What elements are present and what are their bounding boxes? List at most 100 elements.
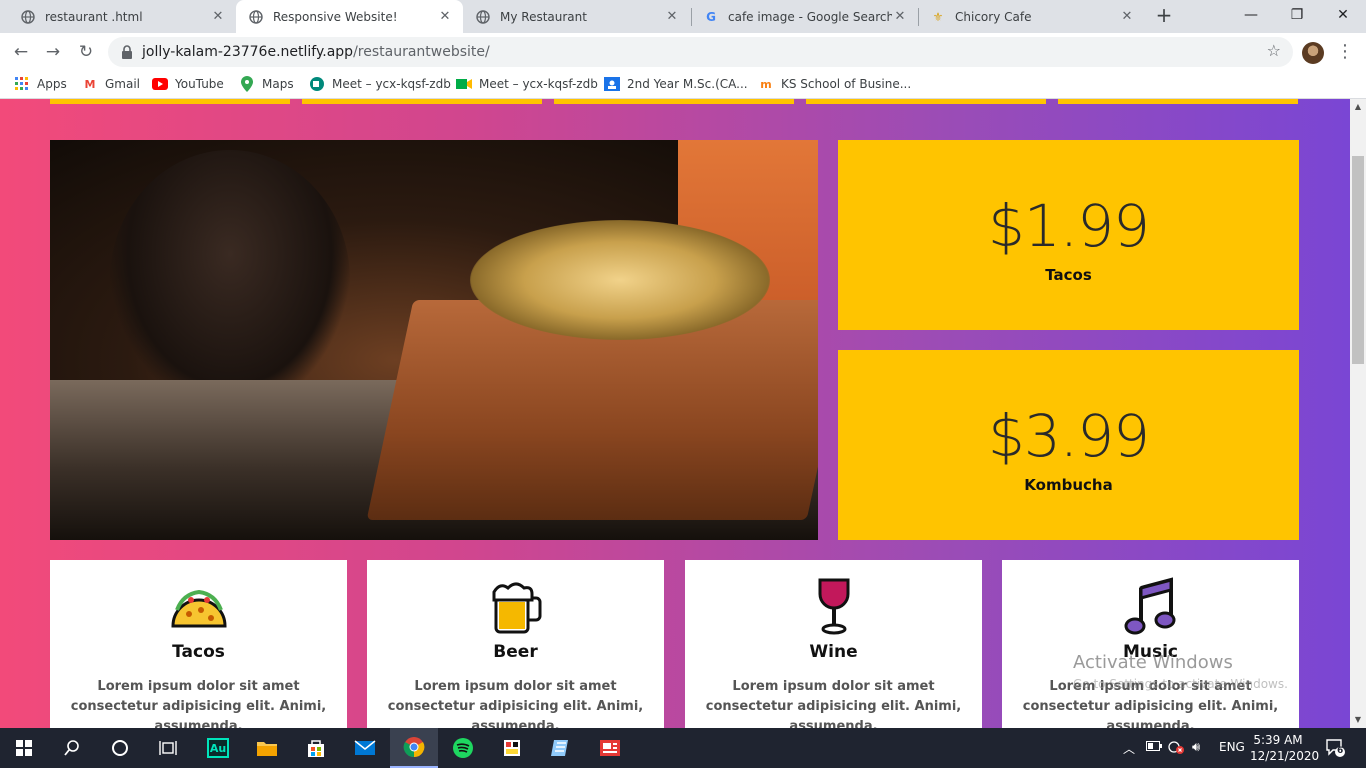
news-app-icon (600, 740, 620, 756)
bookmark-youtube[interactable]: YouTube (152, 70, 224, 98)
bookmark-maps[interactable]: Maps (239, 70, 294, 98)
close-window-button[interactable]: ✕ (1320, 0, 1366, 30)
menu-kebab-icon[interactable]: ⋮ (1336, 40, 1354, 64)
tab-title: Chicory Cafe (955, 9, 1032, 24)
tab-title: My Restaurant (500, 9, 587, 24)
notification-center-icon[interactable]: 6 (1325, 737, 1345, 760)
card-title: Wine (809, 642, 858, 662)
close-tab-icon[interactable]: ✕ (1119, 9, 1135, 24)
back-button[interactable]: ← (8, 39, 34, 65)
windows-taskbar: Au ︿ 🔊︎ ENG 5:39 AM 12/21/2020 6 (0, 728, 1366, 768)
forward-button[interactable]: → (40, 39, 66, 65)
activate-windows-watermark: Activate Windows (1073, 652, 1233, 673)
tab-chicory-cafe[interactable]: ⚜ Chicory Cafe ✕ (918, 0, 1145, 33)
tab-responsive-website[interactable]: Responsive Website! ✕ (236, 0, 463, 33)
meet-icon (309, 76, 325, 92)
scroll-up-arrow-icon[interactable]: ▲ (1350, 99, 1366, 115)
nav-item-bar[interactable] (554, 99, 794, 104)
tab-title: restaurant .html (45, 9, 143, 24)
taskbar-media-app[interactable] (488, 728, 536, 768)
page-scrollbar[interactable]: ▲ ▼ (1350, 99, 1366, 728)
taskbar-audition-app[interactable]: Au (194, 728, 242, 768)
volume-icon[interactable]: 🔊︎ (1192, 740, 1200, 755)
bookmark-apps[interactable]: Apps (14, 70, 67, 98)
reload-button[interactable]: ↻ (73, 39, 99, 65)
taskbar-spotify[interactable] (439, 728, 487, 768)
address-bar[interactable]: jolly-kalam-23776e.netlify.app/restauran… (108, 37, 1293, 67)
moodle-icon: m (760, 77, 772, 91)
price-label: Kombucha (1024, 476, 1113, 494)
cortana-circle-icon (112, 740, 128, 756)
close-tab-icon[interactable]: ✕ (437, 9, 453, 24)
taskbar-mail[interactable] (341, 728, 389, 768)
close-tab-icon[interactable]: ✕ (210, 9, 226, 24)
tab-restaurant-html[interactable]: restaurant .html ✕ (8, 0, 236, 33)
tab-cafe-image-search[interactable]: G cafe image - Google Search ✕ (691, 0, 918, 33)
maximize-button[interactable]: ❐ (1274, 0, 1320, 30)
task-view-icon (159, 741, 177, 755)
scrollbar-thumb[interactable] (1352, 156, 1364, 364)
nav-item-bar[interactable] (50, 99, 290, 104)
maps-pin-icon (239, 76, 255, 92)
system-clock[interactable]: 5:39 AM 12/21/2020 (1250, 732, 1320, 764)
store-bag-icon (308, 740, 324, 757)
nav-item-bar[interactable] (806, 99, 1046, 104)
price-card-tacos: $1.99 Tacos (838, 140, 1299, 330)
gmail-icon: M (84, 77, 96, 91)
notes-app-icon (551, 740, 568, 756)
tray-overflow-chevron-icon[interactable]: ︿ (1123, 740, 1135, 757)
url-path: /restaurantwebsite/ (353, 44, 490, 60)
taskbar-chrome[interactable] (390, 728, 438, 768)
profile-avatar[interactable] (1302, 42, 1324, 64)
tab-my-restaurant[interactable]: My Restaurant ✕ (463, 0, 690, 33)
language-indicator[interactable]: ENG (1219, 740, 1245, 754)
new-tab-button[interactable]: + (1152, 4, 1176, 28)
taskbar-file-explorer[interactable] (243, 728, 291, 768)
bookmarks-bar: Apps M Gmail YouTube Maps Meet – ycx-kqs… (0, 70, 1366, 99)
bookmark-ks-school[interactable]: m KS School of Busine... (758, 70, 911, 98)
taskbar-store[interactable] (292, 728, 340, 768)
wine-glass-icon (804, 576, 864, 636)
bookmark-gmail[interactable]: M Gmail (82, 70, 141, 98)
tab-strip: restaurant .html ✕ Responsive Website! ✕… (0, 0, 1366, 33)
chrome-icon (403, 737, 425, 758)
bookmark-label: Meet – ycx-kqsf-zdb (332, 77, 451, 91)
taskbar-news-app[interactable] (586, 728, 634, 768)
taskbar-notes-app[interactable] (537, 728, 585, 768)
cortana-button[interactable] (96, 728, 144, 768)
hero-tacos-photo (50, 140, 818, 540)
price-amount: $3.99 (987, 402, 1150, 470)
clock-date: 12/21/2020 (1250, 749, 1320, 763)
nav-item-bar[interactable] (302, 99, 542, 104)
search-button[interactable] (48, 728, 96, 768)
bookmark-star-icon[interactable]: ☆ (1267, 41, 1281, 60)
battery-icon[interactable] (1146, 740, 1162, 754)
photo-tacos (470, 220, 770, 340)
page-viewport: $1.99 Tacos $3.99 Kombucha Tacos Lorem i… (0, 99, 1350, 728)
bookmark-meet-2[interactable]: Meet – ycx-kqsf-zdb (456, 70, 598, 98)
bookmark-label: YouTube (175, 77, 224, 91)
start-button[interactable] (0, 728, 48, 768)
bookmark-label: Maps (262, 77, 294, 91)
minimize-button[interactable]: — (1228, 0, 1274, 30)
card-description: Lorem ipsum dolor sit amet consectetur a… (70, 679, 327, 728)
close-tab-icon[interactable]: ✕ (892, 9, 908, 24)
nav-item-bar[interactable] (1058, 99, 1298, 104)
network-disconnected-icon[interactable] (1168, 740, 1184, 757)
price-card-kombucha: $3.99 Kombucha (838, 350, 1299, 540)
bookmark-label: Meet – ycx-kqsf-zdb (479, 77, 598, 91)
bookmark-2nd-year-msc[interactable]: 2nd Year M.Sc.(CA... (604, 70, 748, 98)
close-tab-icon[interactable]: ✕ (664, 9, 680, 24)
taco-icon (169, 576, 229, 636)
scroll-down-arrow-icon[interactable]: ▼ (1350, 712, 1366, 728)
task-view-button[interactable] (144, 728, 192, 768)
search-icon (64, 740, 79, 756)
card-description: Lorem ipsum dolor sit amet consectetur a… (705, 679, 962, 728)
clock-time: 5:39 AM (1253, 733, 1303, 747)
photo-person (110, 150, 350, 410)
beer-mug-icon (486, 576, 546, 636)
spotify-icon (453, 738, 473, 758)
bookmark-meet-1[interactable]: Meet – ycx-kqsf-zdb (309, 70, 451, 98)
feature-card-tacos: Tacos Lorem ipsum dolor sit amet consect… (50, 560, 347, 728)
classroom-icon (604, 76, 620, 92)
